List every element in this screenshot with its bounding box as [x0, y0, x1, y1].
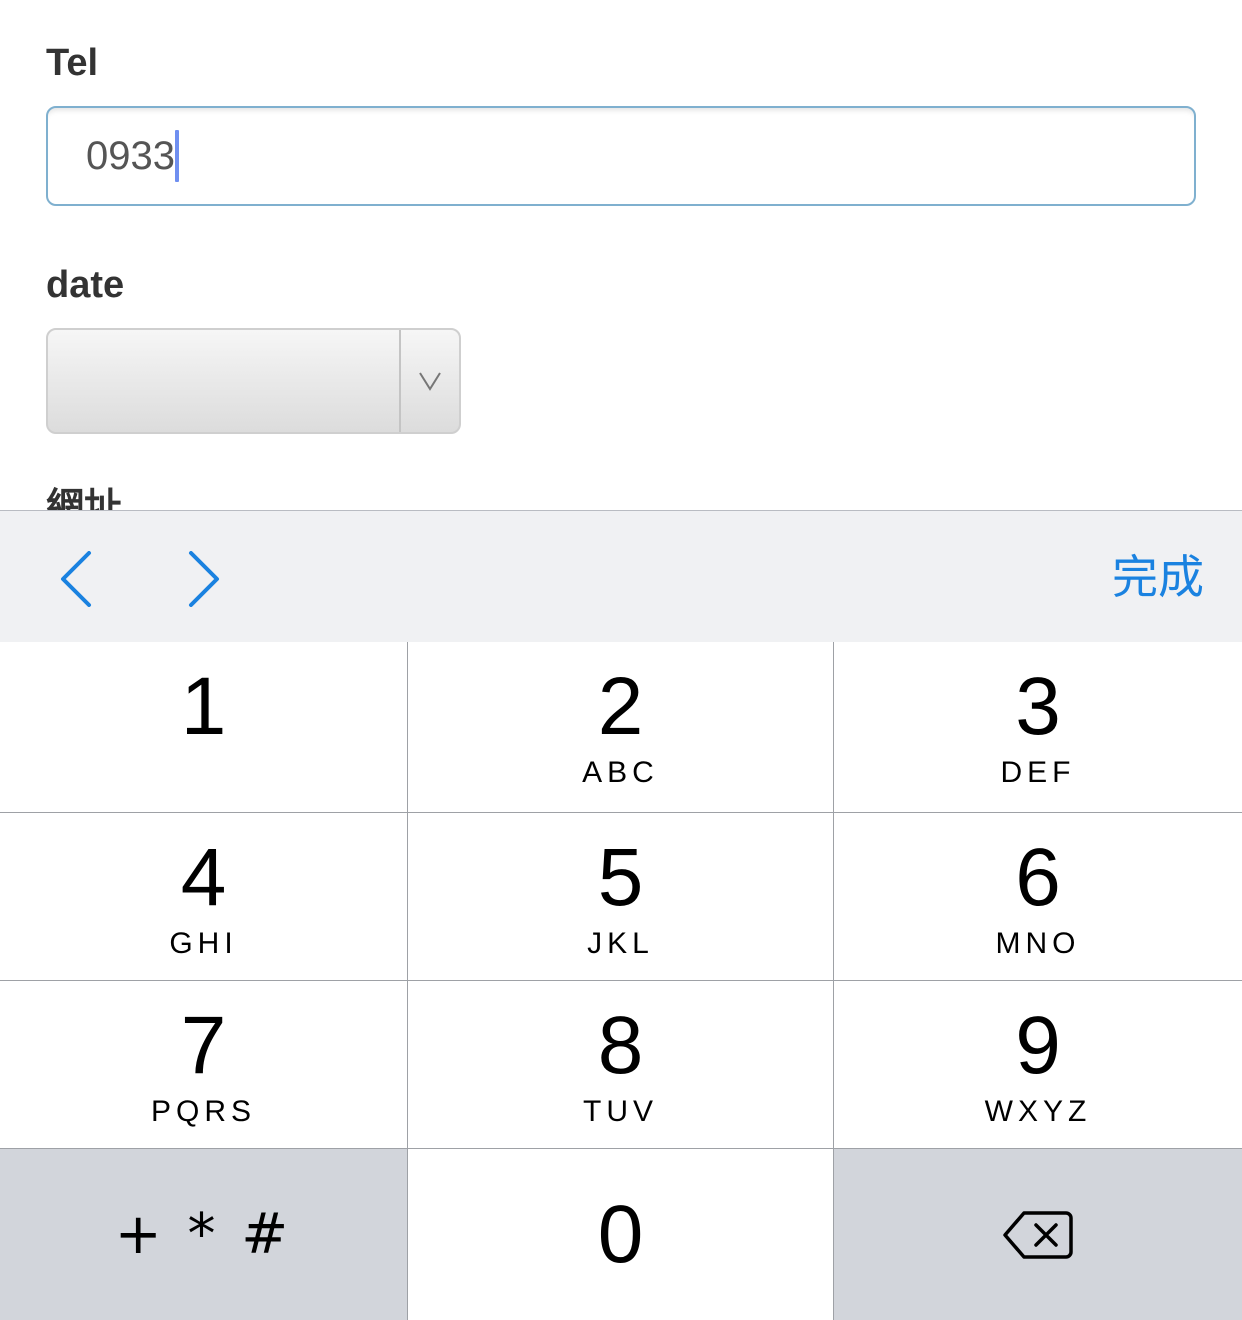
key-digit: 9	[1015, 1000, 1061, 1091]
dropdown-arrow-box	[399, 330, 459, 432]
previous-field-button[interactable]	[46, 549, 106, 609]
key-digit: 1	[180, 661, 227, 752]
key-letters: ABC	[582, 756, 659, 789]
key-digit: 6	[1015, 832, 1061, 923]
tel-label: Tel	[46, 42, 99, 84]
date-select[interactable]	[46, 328, 461, 434]
key-6[interactable]: 6 MNO	[834, 813, 1242, 980]
chevron-left-icon	[61, 551, 91, 607]
symbols-label: + * #	[114, 1202, 293, 1267]
key-digit: 8	[597, 1000, 644, 1091]
key-letters: MNO	[995, 927, 1081, 960]
key-digit: 3	[1015, 661, 1061, 752]
next-field-button[interactable]	[174, 549, 234, 609]
url-label: 網址	[46, 485, 123, 510]
key-digit: 2	[597, 661, 644, 752]
text-caret	[174, 130, 179, 182]
key-digit: 7	[180, 1000, 227, 1091]
key-digit: 5	[597, 832, 644, 923]
symbols-key[interactable]: + * #	[0, 1149, 407, 1320]
key-letters: PQRS	[150, 1095, 257, 1128]
backspace-icon	[1003, 1210, 1073, 1259]
key-digit: 0	[597, 1188, 644, 1280]
key-0[interactable]: 0	[408, 1149, 833, 1320]
key-digit: 4	[180, 832, 227, 923]
key-8[interactable]: 8 TUV	[408, 981, 833, 1148]
key-5[interactable]: 5 JKL	[408, 813, 833, 980]
done-button[interactable]: 完成	[1112, 551, 1204, 603]
key-letters: WXYZ	[984, 1095, 1092, 1128]
key-letters: GHI	[169, 927, 238, 960]
key-letters: DEF	[1000, 756, 1076, 789]
tel-input-value: 0933	[86, 134, 175, 178]
web-form: Tel 0933 date 網址	[0, 0, 1242, 510]
chevron-right-icon	[189, 551, 219, 607]
chevron-down-icon	[419, 372, 441, 391]
key-4[interactable]: 4 GHI	[0, 813, 407, 980]
delete-key[interactable]	[834, 1149, 1242, 1320]
key-1[interactable]: 1	[0, 642, 407, 812]
key-letters: TUV	[583, 1095, 658, 1128]
date-label: date	[46, 264, 125, 306]
key-letters: JKL	[587, 927, 654, 960]
key-3[interactable]: 3 DEF	[834, 642, 1242, 812]
key-2[interactable]: 2 ABC	[408, 642, 833, 812]
keyboard-accessory-bar: 完成	[0, 510, 1242, 642]
key-9[interactable]: 9 WXYZ	[834, 981, 1242, 1148]
numeric-keypad: 1 2 ABC 3 DEF 4 GHI 5 JKL 6 MNO 7 PQRS 8…	[0, 642, 1242, 1320]
key-7[interactable]: 7 PQRS	[0, 981, 407, 1148]
tel-input[interactable]: 0933	[46, 106, 1196, 206]
